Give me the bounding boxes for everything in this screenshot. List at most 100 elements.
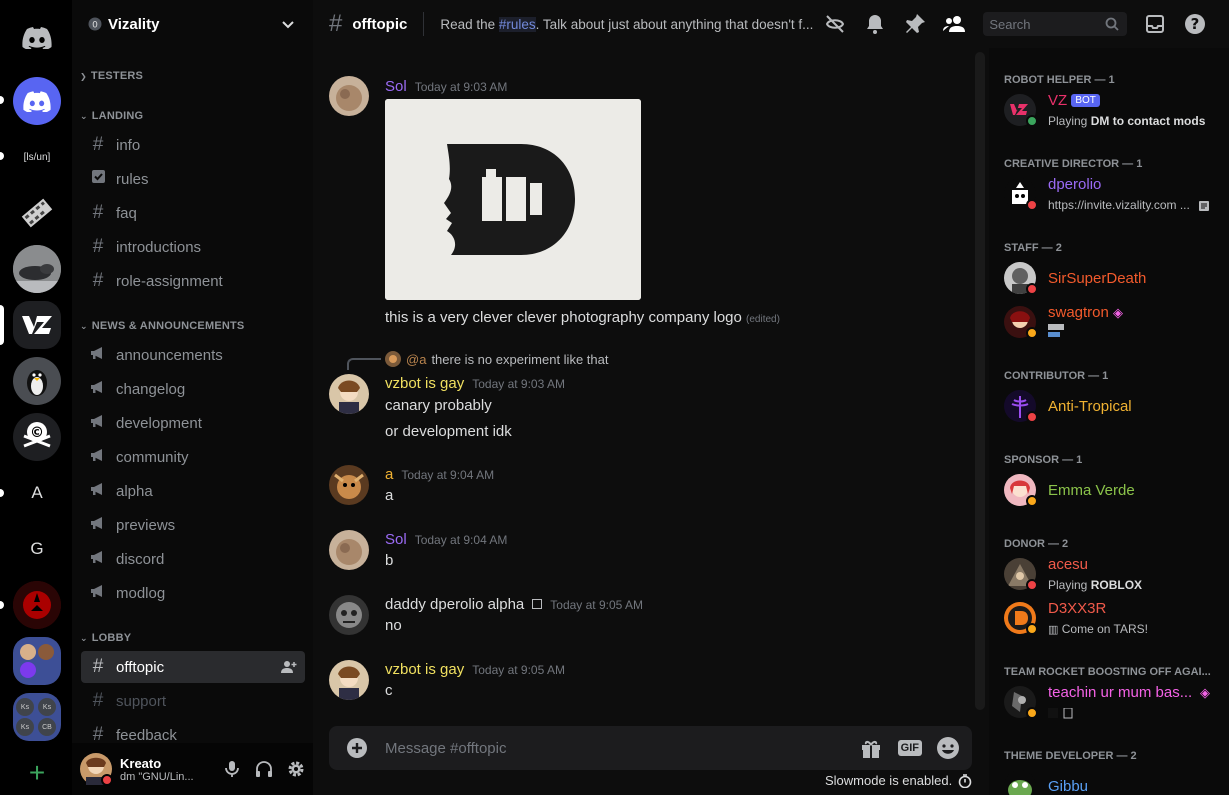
avatar[interactable] xyxy=(329,374,369,414)
scrollbar[interactable] xyxy=(975,52,985,710)
server-g[interactable]: G xyxy=(13,525,61,573)
member-item[interactable]: Emma Verde xyxy=(1004,468,1224,512)
megaphone-icon xyxy=(90,582,106,604)
chevron-down-icon[interactable] xyxy=(281,17,295,31)
home-button[interactable] xyxy=(13,14,61,62)
topic-channel-mention[interactable]: #rules xyxy=(498,16,536,32)
avatar[interactable] xyxy=(329,76,369,116)
reply-spine xyxy=(347,358,381,370)
search-input[interactable]: Search xyxy=(983,12,1128,36)
message-author[interactable]: daddy dperolio alpha xyxy=(385,596,524,613)
category-lobby[interactable]: ⌄ LOBBY xyxy=(80,632,131,644)
guild-header[interactable]: 0 Vizality xyxy=(72,0,313,48)
member-item[interactable]: swagtron ◈ xyxy=(1004,300,1224,344)
channel-previews[interactable]: previews xyxy=(81,509,305,541)
headphones-icon[interactable] xyxy=(254,759,274,779)
microphone-icon[interactable] xyxy=(222,759,242,779)
channel-label: rules xyxy=(116,170,149,188)
add-attachment-icon[interactable] xyxy=(345,736,369,760)
server-lsun[interactable]: [ls/un] xyxy=(13,133,61,181)
category-testers[interactable]: ❯ TESTERS xyxy=(80,70,143,82)
invite-icon[interactable] xyxy=(281,660,297,674)
channel-role-assignment[interactable]: # role-assignment xyxy=(81,265,305,297)
channel-info[interactable]: # info xyxy=(81,129,305,161)
svg-text:0: 0 xyxy=(92,21,98,31)
user-avatar[interactable] xyxy=(80,753,113,786)
add-server-button[interactable]: + xyxy=(13,749,61,795)
message-content: canary probably xyxy=(385,397,492,414)
channel-rules[interactable]: rules xyxy=(81,163,305,195)
threads-hidden-icon[interactable] xyxy=(823,12,847,36)
avatar[interactable] xyxy=(329,660,369,700)
emoji-icon[interactable] xyxy=(936,736,960,760)
message-author[interactable]: Sol xyxy=(385,78,407,95)
member-item[interactable]: dperolio https://invite.vizality.com ... xyxy=(1004,172,1224,216)
channel-support[interactable]: # support xyxy=(81,685,305,717)
server-a[interactable]: A xyxy=(13,469,61,517)
message-composer[interactable]: Message #offtopic GIF xyxy=(329,726,972,770)
gif-button[interactable]: GIF xyxy=(897,740,922,756)
avatar[interactable] xyxy=(329,530,369,570)
gift-icon[interactable] xyxy=(860,737,882,759)
channel-offtopic[interactable]: # offtopic xyxy=(81,651,305,683)
channel-modlog[interactable]: modlog xyxy=(81,577,305,609)
pin-icon[interactable] xyxy=(903,12,927,36)
server-copyright-pirate[interactable]: © xyxy=(13,413,61,461)
channel-discord[interactable]: discord xyxy=(81,543,305,575)
chevron-down-icon: ⌄ xyxy=(80,110,88,121)
message-author[interactable]: a xyxy=(385,466,393,483)
member-item[interactable]: Gibbu xyxy=(1004,764,1224,795)
help-icon[interactable]: ? xyxy=(1183,12,1207,36)
message-content: c xyxy=(385,682,393,699)
server-discord[interactable] xyxy=(13,77,61,125)
reply-preview[interactable]: @a there is no experiment like that xyxy=(385,351,608,367)
message: a Today at 9:04 AM a xyxy=(329,465,969,507)
message-author[interactable]: vzbot is gay xyxy=(385,661,464,678)
member-item[interactable]: VZ BOT Playing DM to contact mods xyxy=(1004,88,1224,132)
message-content: this is a very clever clever photography… xyxy=(385,309,742,326)
channel-community[interactable]: community xyxy=(81,441,305,473)
avatar[interactable] xyxy=(329,595,369,635)
megaphone-icon xyxy=(90,412,106,434)
dnd-status-icon xyxy=(1026,199,1038,211)
server-cat[interactable] xyxy=(13,245,61,293)
member-item[interactable]: SirSuperDeath xyxy=(1004,256,1224,300)
channel-development[interactable]: development xyxy=(81,407,305,439)
avatar[interactable] xyxy=(329,465,369,505)
message-author[interactable]: Sol xyxy=(385,531,407,548)
server-vizality[interactable] xyxy=(13,301,61,349)
svg-text:©: © xyxy=(30,425,44,441)
film-strip-icon xyxy=(21,198,53,228)
server-film[interactable] xyxy=(13,189,61,237)
inbox-icon[interactable] xyxy=(1143,12,1167,36)
message-input[interactable]: Message #offtopic xyxy=(385,740,860,757)
member-item[interactable]: acesu Playing ROBLOX xyxy=(1004,552,1224,596)
channel-alpha[interactable]: alpha xyxy=(81,475,305,507)
image-attachment[interactable] xyxy=(385,99,641,300)
dnd-status-icon xyxy=(1026,283,1038,295)
activity-icon xyxy=(1048,324,1064,337)
megaphone-icon xyxy=(90,514,106,536)
gear-icon[interactable] xyxy=(286,759,306,779)
member-list-icon[interactable] xyxy=(943,12,967,36)
member-item[interactable]: D3XX3R ▥ Come on TARS! xyxy=(1004,596,1224,640)
server-red[interactable] xyxy=(13,581,61,629)
server-folder-1[interactable] xyxy=(13,637,61,685)
member-item[interactable]: Anti-Tropical xyxy=(1004,384,1224,428)
channel-introductions[interactable]: # introductions xyxy=(81,231,305,263)
channel-announcements[interactable]: announcements xyxy=(81,339,305,371)
message-author[interactable]: vzbot is gay xyxy=(385,375,464,392)
bell-icon[interactable] xyxy=(863,12,887,36)
member-name: D3XX3R xyxy=(1048,600,1107,617)
category-news[interactable]: ⌄ NEWS & ANNOUNCEMENTS xyxy=(80,320,244,332)
category-landing[interactable]: ⌄ LANDING xyxy=(80,110,143,122)
member-item[interactable]: teachin ur mum bas... ◈ xyxy=(1004,680,1224,724)
member-group-title: CONTRIBUTOR — 1 xyxy=(1004,370,1109,382)
channel-faq[interactable]: # faq xyxy=(81,197,305,229)
chevron-down-icon: ⌄ xyxy=(80,320,88,331)
channel-topic[interactable]: Read the #rules. Talk about just about a… xyxy=(440,16,813,32)
channel-changelog[interactable]: changelog xyxy=(81,373,305,405)
server-folder-2[interactable]: Ks Ks Ks CB xyxy=(13,693,61,741)
dnd-status-icon xyxy=(101,774,113,786)
server-linux[interactable] xyxy=(13,357,61,405)
